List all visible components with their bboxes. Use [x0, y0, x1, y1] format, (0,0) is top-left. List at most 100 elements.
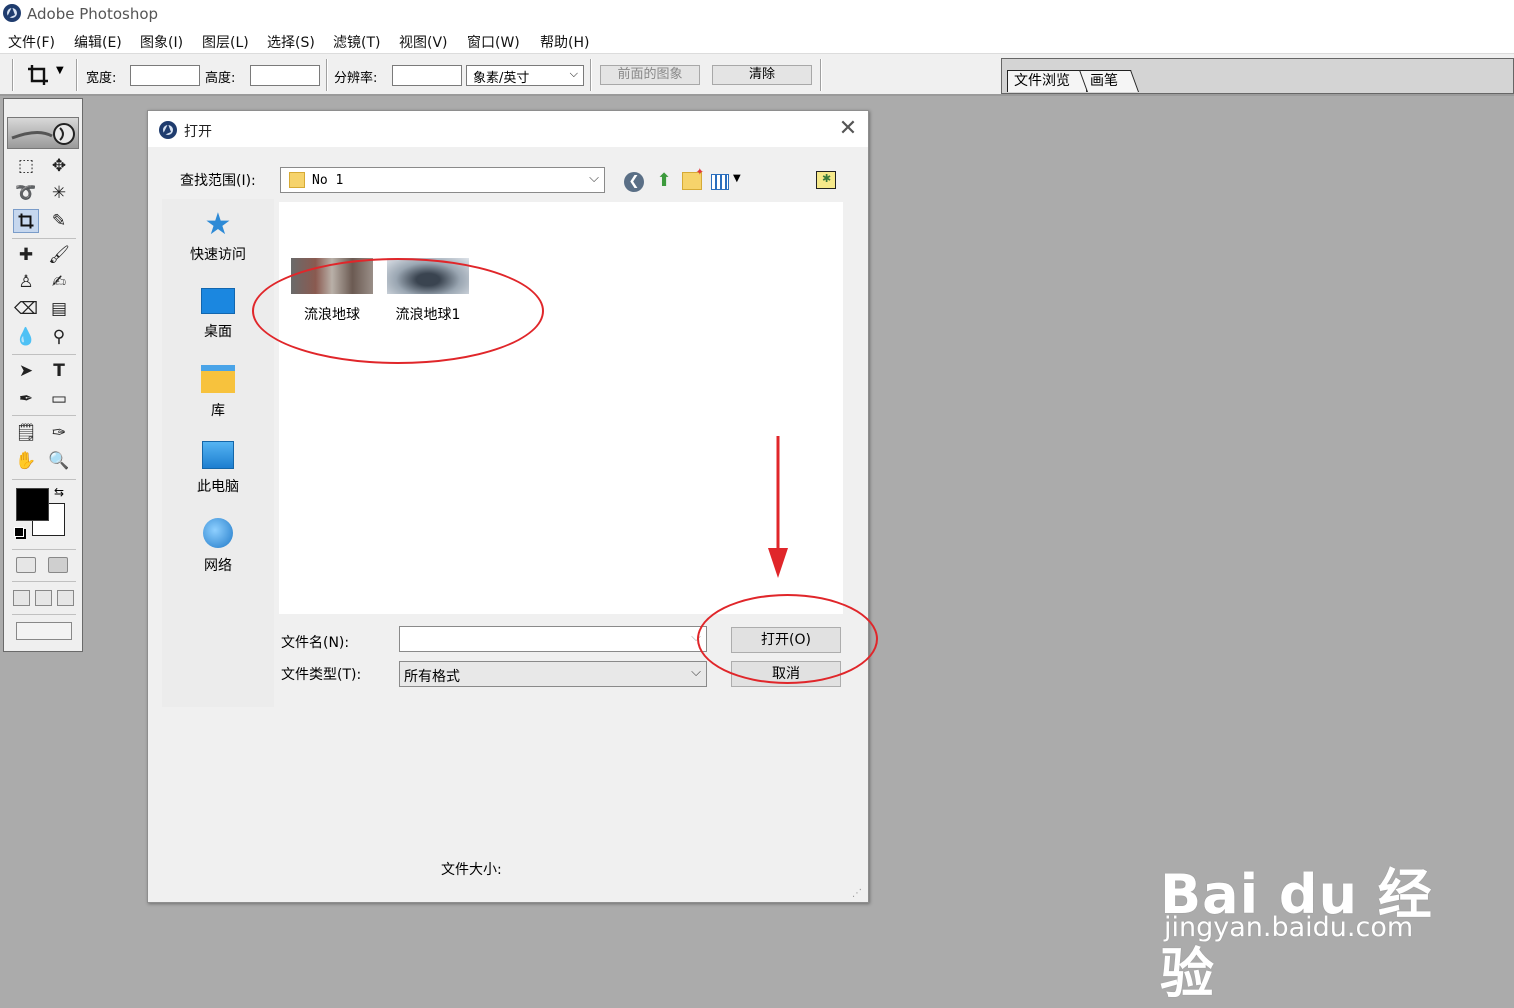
tab-brushes[interactable]: 画笔 [1078, 70, 1139, 92]
file-name: 流浪地球 [304, 307, 360, 323]
place-label: 网络 [204, 558, 232, 574]
open-button[interactable]: 打开(O) [731, 627, 841, 653]
place-label: 快速访问 [190, 247, 246, 263]
place-network[interactable]: 网络 [162, 518, 274, 575]
separator [590, 59, 592, 91]
menu-image[interactable]: 图象(I) [140, 32, 183, 52]
file-list: 流浪地球 流浪地球1 [279, 202, 843, 614]
place-label: 桌面 [204, 324, 232, 340]
filetype-value: 所有格式 [404, 669, 460, 685]
menu-select[interactable]: 选择(S) [267, 32, 315, 52]
separator [12, 479, 76, 480]
clear-button[interactable]: 清除 [712, 65, 812, 85]
filetype-select[interactable]: 所有格式 ⌵ [399, 661, 707, 687]
look-in-value: No 1 [312, 173, 344, 188]
lasso-icon[interactable]: ➰ [13, 181, 39, 205]
close-icon[interactable]: ✕ [834, 115, 862, 143]
cancel-button[interactable]: 取消 [731, 661, 841, 687]
dodge-icon[interactable]: ⚲ [46, 325, 72, 349]
default-colors-icon[interactable] [14, 527, 24, 537]
menu-file[interactable]: 文件(F) [8, 32, 55, 52]
photoshop-app-icon [159, 121, 177, 139]
menu-help[interactable]: 帮助(H) [540, 32, 589, 52]
view-menu-icon[interactable]: ▼ [711, 172, 747, 192]
eraser-icon[interactable]: ⌫ [13, 297, 39, 321]
app-title: Adobe Photoshop [27, 5, 159, 23]
menu-window[interactable]: 窗口(W) [467, 32, 520, 52]
star-icon: ★ [204, 207, 232, 242]
shape-icon[interactable]: ▭ [46, 387, 72, 411]
healing-brush-icon[interactable]: ✚ [13, 243, 39, 267]
quick-mask-icon[interactable] [48, 557, 68, 573]
resolution-label: 分辨率: [334, 71, 378, 86]
place-this-pc[interactable]: 此电脑 [162, 441, 274, 496]
menu-bar: 文件(F) 编辑(E) 图象(I) 图层(L) 选择(S) 滤镜(T) 视图(V… [0, 28, 1514, 54]
height-input[interactable] [250, 65, 320, 86]
tab-file-browser[interactable]: 文件浏览 [1007, 70, 1087, 92]
eyedropper-icon[interactable]: ✑ [46, 421, 72, 445]
filename-label: 文件名(N): [281, 635, 350, 651]
dialog-title: 打开 [184, 124, 212, 140]
baidu-watermark: Bai du 经验 jingyan.baidu.com [1160, 820, 1460, 1005]
path-selection-icon[interactable]: ➤ [13, 359, 39, 383]
place-desktop[interactable]: 桌面 [162, 288, 274, 341]
computer-icon [202, 441, 234, 469]
zoom-icon[interactable]: 🔍 [46, 449, 72, 473]
slice-icon[interactable]: ✎ [46, 209, 72, 233]
pen-icon[interactable]: ✒ [13, 387, 39, 411]
desktop-folder-icon[interactable]: ✱ [816, 171, 836, 189]
brush-icon[interactable]: 🖌 [46, 243, 72, 267]
separator [12, 581, 76, 582]
menu-layer[interactable]: 图层(L) [202, 32, 249, 52]
separator [12, 354, 76, 355]
up-folder-icon[interactable]: ⬆ [653, 170, 675, 192]
separator [12, 238, 76, 239]
places-bar: ★ 快速访问 桌面 库 此电脑 网络 [162, 199, 274, 707]
front-image-button[interactable]: 前面的图象 [600, 65, 700, 85]
file-thumbnail [291, 258, 373, 294]
width-input[interactable] [130, 65, 200, 86]
tool-preset-picker[interactable]: ▼ [26, 63, 70, 87]
file-thumbnail [387, 258, 469, 294]
filename-input[interactable]: ⌵ [399, 626, 707, 652]
foreground-color-swatch[interactable] [16, 488, 49, 521]
look-in-label: 查找范围(I): [180, 173, 256, 189]
blur-icon[interactable]: 💧 [13, 325, 39, 349]
notes-icon[interactable]: 🗒 [13, 421, 39, 445]
screen-mode-full-menu-icon[interactable] [35, 590, 52, 606]
separator [820, 59, 822, 91]
place-library[interactable]: 库 [162, 365, 274, 420]
adobe-online-button[interactable] [7, 117, 79, 149]
menu-filter[interactable]: 滤镜(T) [333, 32, 380, 52]
marquee-icon[interactable]: ⬚ [13, 154, 39, 178]
gradient-icon[interactable]: ▤ [46, 297, 72, 321]
screen-mode-full-icon[interactable] [57, 590, 74, 606]
menu-view[interactable]: 视图(V) [399, 32, 448, 52]
clone-stamp-icon[interactable]: ♙ [13, 270, 39, 294]
back-icon[interactable]: ❮ [624, 172, 644, 192]
look-in-combo[interactable]: No 1 ⌵ [280, 167, 605, 193]
swap-colors-icon[interactable]: ⇆ [54, 485, 64, 499]
jump-to-imageready-icon[interactable] [16, 622, 72, 640]
resize-grip-icon[interactable]: ⋰ [852, 888, 862, 899]
resolution-input[interactable] [392, 65, 462, 86]
filetype-label: 文件类型(T): [281, 667, 362, 683]
separator [12, 415, 76, 416]
place-quick-access[interactable]: ★ 快速访问 [162, 209, 274, 264]
file-item[interactable]: 流浪地球 [287, 258, 377, 324]
crop-icon [28, 65, 48, 85]
standard-mode-icon[interactable] [16, 557, 36, 573]
type-icon[interactable]: T [46, 359, 72, 383]
menu-edit[interactable]: 编辑(E) [74, 32, 122, 52]
history-brush-icon[interactable]: ✍ [46, 270, 72, 294]
width-label: 宽度: [86, 71, 117, 86]
height-label: 高度: [205, 71, 236, 86]
screen-mode-standard-icon[interactable] [13, 590, 30, 606]
move-icon[interactable]: ✥ [46, 154, 72, 178]
hand-icon[interactable]: ✋ [13, 449, 39, 473]
units-select[interactable]: 象素/英寸 ⌵ [466, 65, 584, 86]
magic-wand-icon[interactable]: ✳ [46, 181, 72, 205]
new-folder-icon[interactable]: ✦ [682, 167, 704, 190]
crop-tool-icon[interactable] [13, 209, 39, 233]
file-item[interactable]: 流浪地球1 [383, 258, 473, 324]
